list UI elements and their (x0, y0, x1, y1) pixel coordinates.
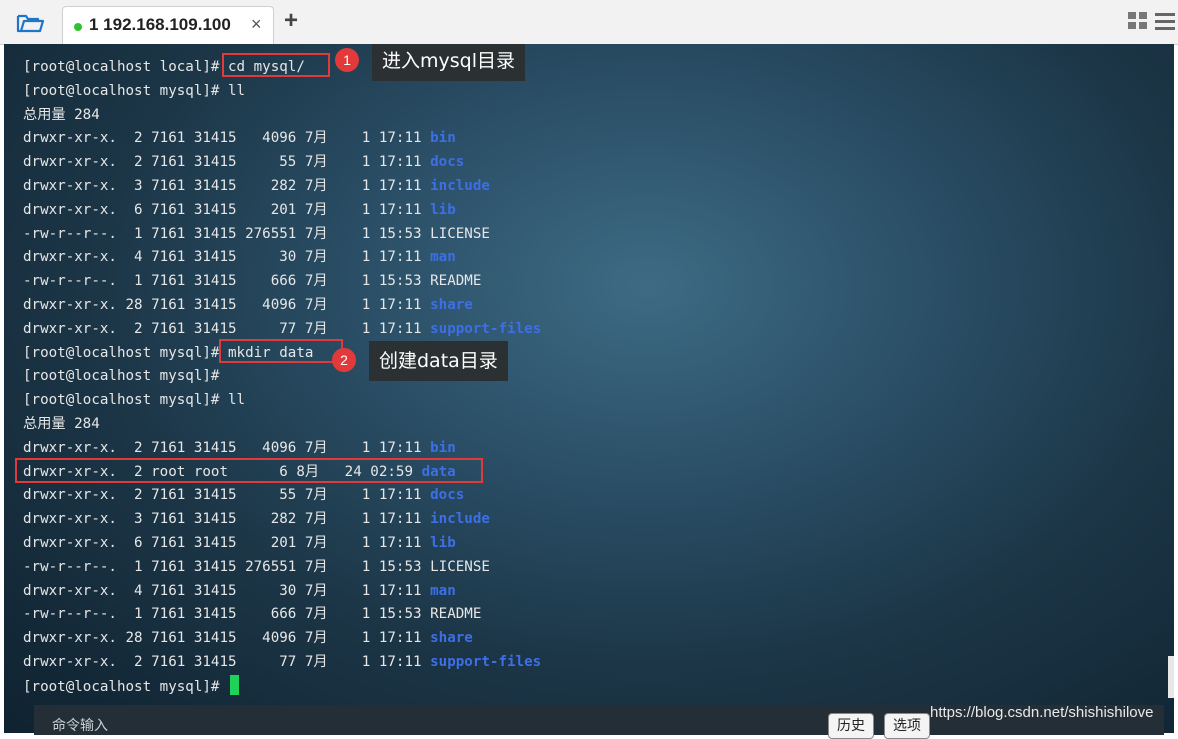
file-list-item: drwxr-xr-x. 28 7161 31415 4096 7月 1 17:1… (23, 627, 541, 651)
file-list-item: drwxr-xr-x. 2 7161 31415 55 7月 1 17:11 d… (23, 484, 541, 508)
directory-name: docs (430, 154, 465, 171)
file-list-item: drwxr-xr-x. 2 7161 31415 4096 7月 1 17:11… (23, 127, 541, 151)
tab-title: 1 192.168.109.100 (89, 15, 231, 34)
command-text: ll (228, 392, 246, 409)
file-list-item: drwxr-xr-x. 3 7161 31415 282 7月 1 17:11 … (23, 175, 541, 199)
file-attributes: drwxr-xr-x. 2 7161 31415 55 7月 1 17:11 (23, 487, 431, 504)
shell-prompt: [root@localhost mysql]# (23, 82, 228, 99)
directory-name: man (430, 582, 456, 599)
directory-name: bin (430, 130, 456, 147)
scrollbar[interactable] (1168, 656, 1174, 698)
file-list-item: drwxr-xr-x. 2 7161 31415 55 7月 1 17:11 d… (23, 151, 541, 175)
file-attributes: drwxr-xr-x. 6 7161 31415 201 7月 1 17:11 (23, 534, 431, 551)
output-line: 总用量 284 (23, 106, 100, 123)
directory-name: man (430, 249, 456, 266)
directory-name: support-files (430, 653, 542, 670)
directory-name: bin (430, 439, 456, 456)
file-list-item: drwxr-xr-x. 2 7161 31415 4096 7月 1 17:11… (23, 437, 541, 461)
prompt-line: [root@localhost mysql]# (23, 674, 541, 699)
file-list-item: drwxr-xr-x. 28 7161 31415 4096 7月 1 17:1… (23, 294, 541, 318)
file-attributes: -rw-r--r--. 1 7161 31415 276551 7月 1 15:… (23, 225, 431, 242)
file-attributes: drwxr-xr-x. 2 7161 31415 4096 7月 1 17:11 (23, 130, 431, 147)
connection-status-icon (74, 23, 82, 31)
highlight-mkdir-command (219, 339, 343, 363)
file-name: README (430, 273, 482, 290)
file-list-item: drwxr-xr-x. 3 7161 31415 282 7月 1 17:11 … (23, 508, 541, 532)
file-list-item: -rw-r--r--. 1 7161 31415 666 7月 1 15:53 … (23, 270, 541, 294)
directory-name: include (430, 511, 490, 528)
step-badge-1: 1 (335, 48, 359, 72)
file-attributes: drwxr-xr-x. 4 7161 31415 30 7月 1 17:11 (23, 582, 431, 599)
file-list-item: drwxr-xr-x. 2 7161 31415 77 7月 1 17:11 s… (23, 651, 541, 675)
file-attributes: drwxr-xr-x. 28 7161 31415 4096 7月 1 17:1… (23, 296, 431, 313)
file-attributes: drwxr-xr-x. 2 7161 31415 4096 7月 1 17:11 (23, 439, 431, 456)
directory-name: include (430, 177, 490, 194)
file-attributes: drwxr-xr-x. 3 7161 31415 282 7月 1 17:11 (23, 511, 431, 528)
annotation-note-1: 进入mysql目录 (372, 44, 525, 81)
file-attributes: drwxr-xr-x. 2 7161 31415 55 7月 1 17:11 (23, 154, 431, 171)
file-attributes: drwxr-xr-x. 2 7161 31415 77 7月 1 17:11 (23, 653, 431, 670)
highlight-cd-command (222, 53, 330, 77)
directory-name: lib (430, 534, 456, 551)
file-attributes: drwxr-xr-x. 4 7161 31415 30 7月 1 17:11 (23, 249, 431, 266)
shell-prompt: [root@localhost mysql]# (23, 344, 228, 361)
file-list-item: drwxr-xr-x. 4 7161 31415 30 7月 1 17:11 m… (23, 246, 541, 270)
session-tab[interactable]: 1 192.168.109.100 × (62, 6, 274, 44)
shell-prompt: [root@localhost local]# (23, 59, 228, 75)
file-list-item: -rw-r--r--. 1 7161 31415 276551 7月 1 15:… (23, 223, 541, 247)
file-list-item: drwxr-xr-x. 6 7161 31415 201 7月 1 17:11 … (23, 532, 541, 556)
terminal-area[interactable]: [root@localhost local]# cd mysql/[root@l… (4, 44, 1174, 733)
close-icon[interactable]: × (251, 14, 262, 35)
options-button[interactable]: 选项 (884, 713, 930, 739)
directory-name: docs (430, 487, 465, 504)
file-attributes: drwxr-xr-x. 28 7161 31415 4096 7月 1 17:1… (23, 630, 431, 647)
file-attributes: -rw-r--r--. 1 7161 31415 666 7月 1 15:53 (23, 606, 431, 623)
file-attributes: -rw-r--r--. 1 7161 31415 276551 7月 1 15:… (23, 558, 431, 575)
folder-icon[interactable] (10, 8, 50, 38)
shell-prompt: [root@localhost mysql]# (23, 678, 228, 695)
file-list-item: -rw-r--r--. 1 7161 31415 276551 7月 1 15:… (23, 556, 541, 580)
cursor (230, 674, 239, 695)
tab-bar: 1 192.168.109.100 × + (0, 0, 1178, 45)
annotation-note-2: 创建data目录 (369, 341, 508, 381)
file-list-item: drwxr-xr-x. 4 7161 31415 30 7月 1 17:11 m… (23, 580, 541, 604)
step-badge-2: 2 (332, 348, 356, 372)
highlight-data-row (15, 458, 483, 483)
grid-view-icon[interactable] (1128, 12, 1148, 35)
prompt-line: [root@localhost mysql]# ll (23, 389, 541, 413)
history-button[interactable]: 历史 (828, 713, 874, 739)
shell-prompt: [root@localhost mysql]# (23, 368, 228, 385)
directory-name: share (430, 296, 473, 313)
menu-icon[interactable] (1155, 12, 1175, 35)
file-list-item: drwxr-xr-x. 2 7161 31415 77 7月 1 17:11 s… (23, 318, 541, 342)
prompt-line: [root@localhost mysql]# ll (23, 80, 541, 104)
command-text: ll (228, 82, 246, 99)
output-line: 总用量 284 (23, 415, 100, 432)
file-attributes: -rw-r--r--. 1 7161 31415 666 7月 1 15:53 (23, 273, 431, 290)
shell-prompt: [root@localhost mysql]# (23, 392, 228, 409)
file-attributes: drwxr-xr-x. 3 7161 31415 282 7月 1 17:11 (23, 177, 431, 194)
directory-name: support-files (430, 320, 542, 337)
file-name: LICENSE (430, 558, 490, 575)
directory-name: lib (430, 201, 456, 218)
file-list-item: -rw-r--r--. 1 7161 31415 666 7月 1 15:53 … (23, 603, 541, 627)
file-name: LICENSE (430, 225, 490, 242)
file-list-item: drwxr-xr-x. 6 7161 31415 201 7月 1 17:11 … (23, 199, 541, 223)
directory-name: share (430, 630, 473, 647)
command-input[interactable]: 命令输入 (52, 715, 108, 735)
file-attributes: drwxr-xr-x. 6 7161 31415 201 7月 1 17:11 (23, 201, 431, 218)
watermark: https://blog.csdn.net/shishishilove (930, 704, 1154, 721)
file-attributes: drwxr-xr-x. 2 7161 31415 77 7月 1 17:11 (23, 320, 431, 337)
file-name: README (430, 606, 482, 623)
add-tab-button[interactable]: + (284, 7, 298, 35)
